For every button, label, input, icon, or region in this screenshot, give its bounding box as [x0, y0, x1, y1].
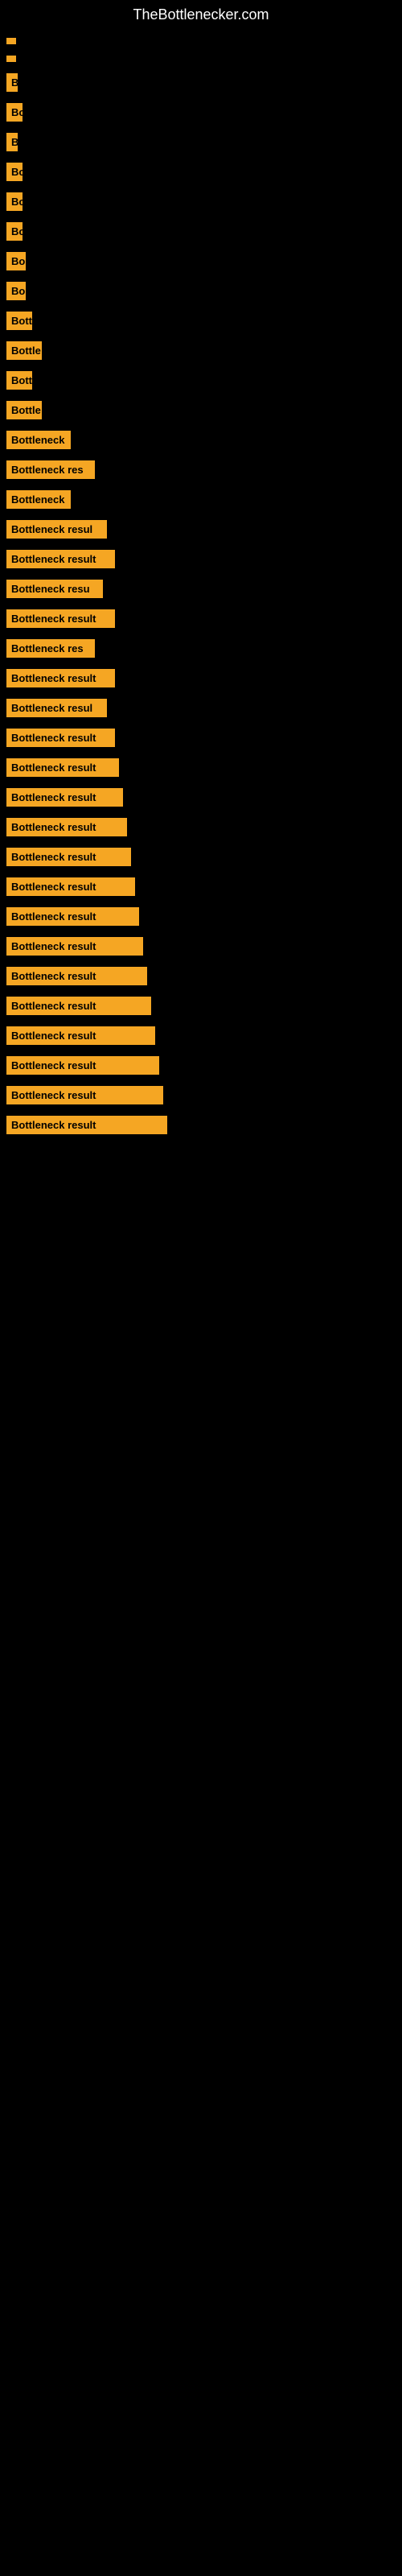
- bottleneck-label: Bottleneck res: [6, 639, 95, 658]
- bottleneck-label: Bottleneck: [6, 431, 71, 449]
- bottleneck-label: Bottleneck resul: [6, 699, 107, 717]
- list-item: Bottle: [0, 336, 402, 365]
- list-item: Bottleneck: [0, 485, 402, 514]
- bottleneck-label: Bott: [6, 312, 32, 330]
- list-item: Bottleneck result: [0, 873, 402, 901]
- bottleneck-label: Bott: [6, 371, 32, 390]
- list-item: Bo: [0, 188, 402, 216]
- list-item: Bottleneck result: [0, 1081, 402, 1109]
- list-item: Bo: [0, 98, 402, 126]
- bottleneck-label: Bottleneck result: [6, 550, 115, 568]
- bottleneck-label: Bottleneck result: [6, 907, 139, 926]
- list-item: Bottleneck result: [0, 813, 402, 841]
- list-item: Bo: [0, 217, 402, 246]
- bottleneck-label: Bottleneck result: [6, 1116, 167, 1134]
- list-item: Bottleneck result: [0, 664, 402, 692]
- list-item: Bottleneck res: [0, 456, 402, 484]
- bottleneck-label: Bo: [6, 252, 26, 270]
- bottleneck-label: Bo: [6, 192, 23, 211]
- list-item: B: [0, 68, 402, 97]
- bottleneck-label: B: [6, 133, 18, 151]
- bottleneck-label: Bottleneck result: [6, 1056, 159, 1075]
- items-container: B Bo B Bo Bo Bo Bo Bo Bott Bottle Bott Bottle Bottle…: [0, 33, 402, 1141]
- bottleneck-label: Bottle: [6, 341, 42, 360]
- list-item: Bott: [0, 307, 402, 335]
- bottleneck-label: Bottleneck result: [6, 877, 135, 896]
- bottleneck-label: Bottleneck resu: [6, 580, 103, 598]
- list-item: Bottleneck result: [0, 992, 402, 1020]
- bottleneck-label: Bottleneck res: [6, 460, 95, 479]
- list-item: Bottleneck result: [0, 605, 402, 633]
- list-item: Bottleneck result: [0, 1051, 402, 1080]
- list-item: Bottleneck result: [0, 783, 402, 811]
- list-item: Bottleneck: [0, 426, 402, 454]
- list-item: Bottleneck result: [0, 962, 402, 990]
- list-item: [0, 51, 402, 67]
- site-title: TheBottlenecker.com: [0, 0, 402, 33]
- bottleneck-label: Bottleneck: [6, 490, 71, 509]
- list-item: Bottleneck result: [0, 753, 402, 782]
- bottleneck-label: [6, 56, 16, 62]
- bottleneck-label: Bottleneck result: [6, 997, 151, 1015]
- bottleneck-label: Bottleneck result: [6, 788, 123, 807]
- bottleneck-label: Bo: [6, 222, 23, 241]
- bottleneck-label: Bottleneck result: [6, 1026, 155, 1045]
- list-item: Bo: [0, 158, 402, 186]
- bottleneck-label: Bo: [6, 163, 23, 181]
- list-item: Bottleneck result: [0, 1022, 402, 1050]
- list-item: Bott: [0, 366, 402, 394]
- bottleneck-label: Bottleneck result: [6, 848, 131, 866]
- list-item: Bottleneck result: [0, 724, 402, 752]
- bottleneck-label: Bo: [6, 103, 23, 122]
- bottleneck-label: Bottleneck result: [6, 729, 115, 747]
- list-item: Bottleneck res: [0, 634, 402, 663]
- list-item: Bottleneck resul: [0, 515, 402, 543]
- bottleneck-label: [6, 38, 16, 44]
- list-item: Bo: [0, 277, 402, 305]
- list-item: B: [0, 128, 402, 156]
- bottleneck-label: Bottleneck result: [6, 1086, 163, 1104]
- bottleneck-label: Bottleneck result: [6, 937, 143, 956]
- list-item: Bottleneck resul: [0, 694, 402, 722]
- list-item: Bottleneck result: [0, 1111, 402, 1139]
- bottleneck-label: Bottleneck result: [6, 818, 127, 836]
- list-item: Bottleneck result: [0, 545, 402, 573]
- list-item: Bo: [0, 247, 402, 275]
- bottleneck-label: Bottleneck result: [6, 609, 115, 628]
- list-item: Bottle: [0, 396, 402, 424]
- list-item: Bottleneck resu: [0, 575, 402, 603]
- list-item: Bottleneck result: [0, 932, 402, 960]
- bottleneck-label: Bottleneck result: [6, 967, 147, 985]
- bottleneck-label: Bo: [6, 282, 26, 300]
- list-item: Bottleneck result: [0, 843, 402, 871]
- bottleneck-label: B: [6, 73, 18, 92]
- bottleneck-label: Bottleneck resul: [6, 520, 107, 539]
- list-item: [0, 33, 402, 49]
- bottleneck-label: Bottleneck result: [6, 669, 115, 687]
- list-item: Bottleneck result: [0, 902, 402, 931]
- bottleneck-label: Bottle: [6, 401, 42, 419]
- bottleneck-label: Bottleneck result: [6, 758, 119, 777]
